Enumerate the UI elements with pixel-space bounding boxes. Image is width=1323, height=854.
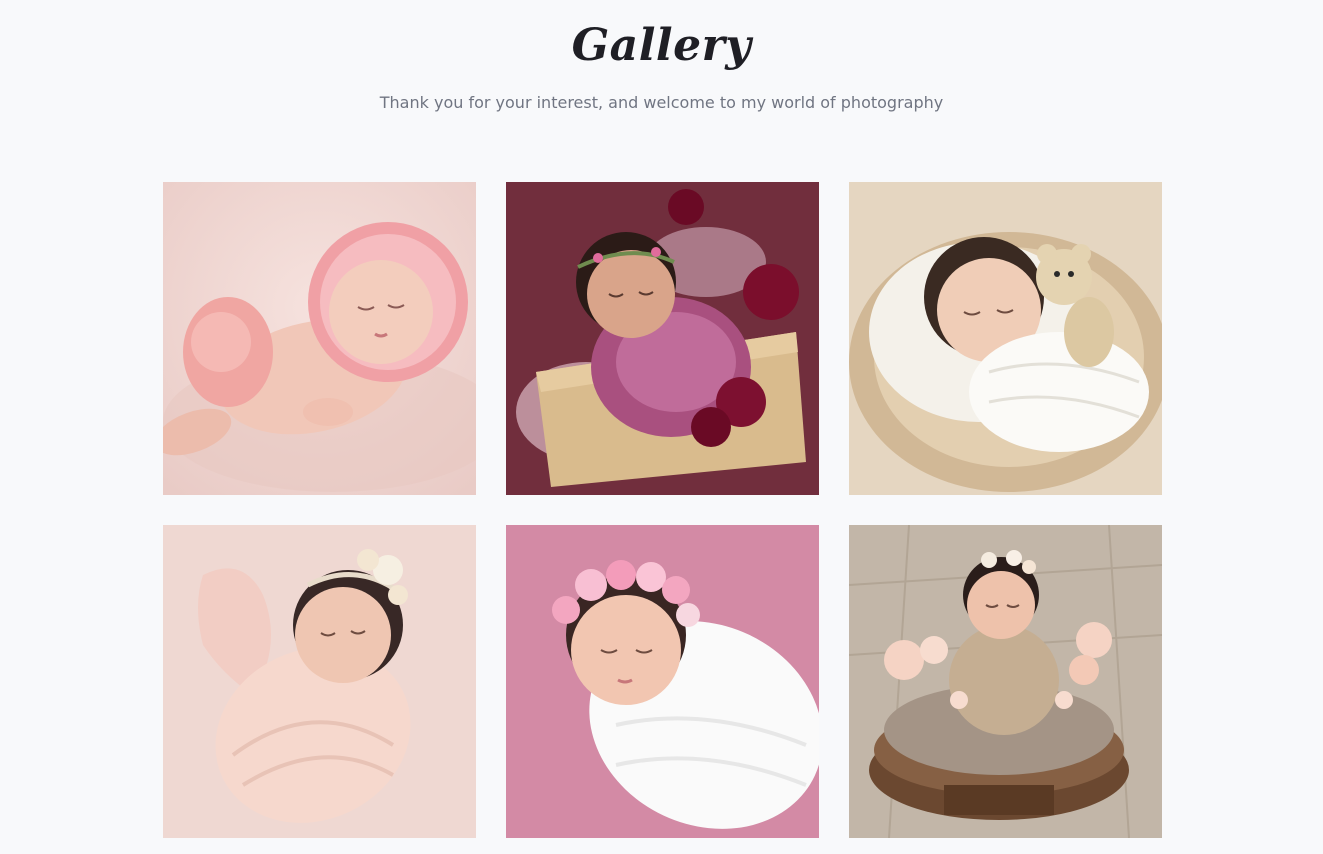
gallery-photo-6[interactable] [849,525,1162,838]
gallery-photo-3[interactable] [849,182,1162,495]
photo-grid [163,182,1163,838]
gallery-photo-1[interactable] [163,182,476,495]
page-title: Gallery [571,20,752,71]
gallery-photo-5[interactable] [506,525,819,838]
baby-photo-image [163,525,476,838]
baby-photo-image [163,182,476,495]
page-subtitle: Thank you for your interest, and welcome… [379,93,944,112]
gallery-photo-4[interactable] [163,525,476,838]
baby-photo-image [849,525,1162,838]
gallery-page: Gallery Thank you for your interest, and… [0,0,1323,854]
baby-photo-image [849,182,1162,495]
baby-photo-image [506,525,819,838]
gallery-photo-2[interactable] [506,182,819,495]
baby-photo-image [506,182,819,495]
